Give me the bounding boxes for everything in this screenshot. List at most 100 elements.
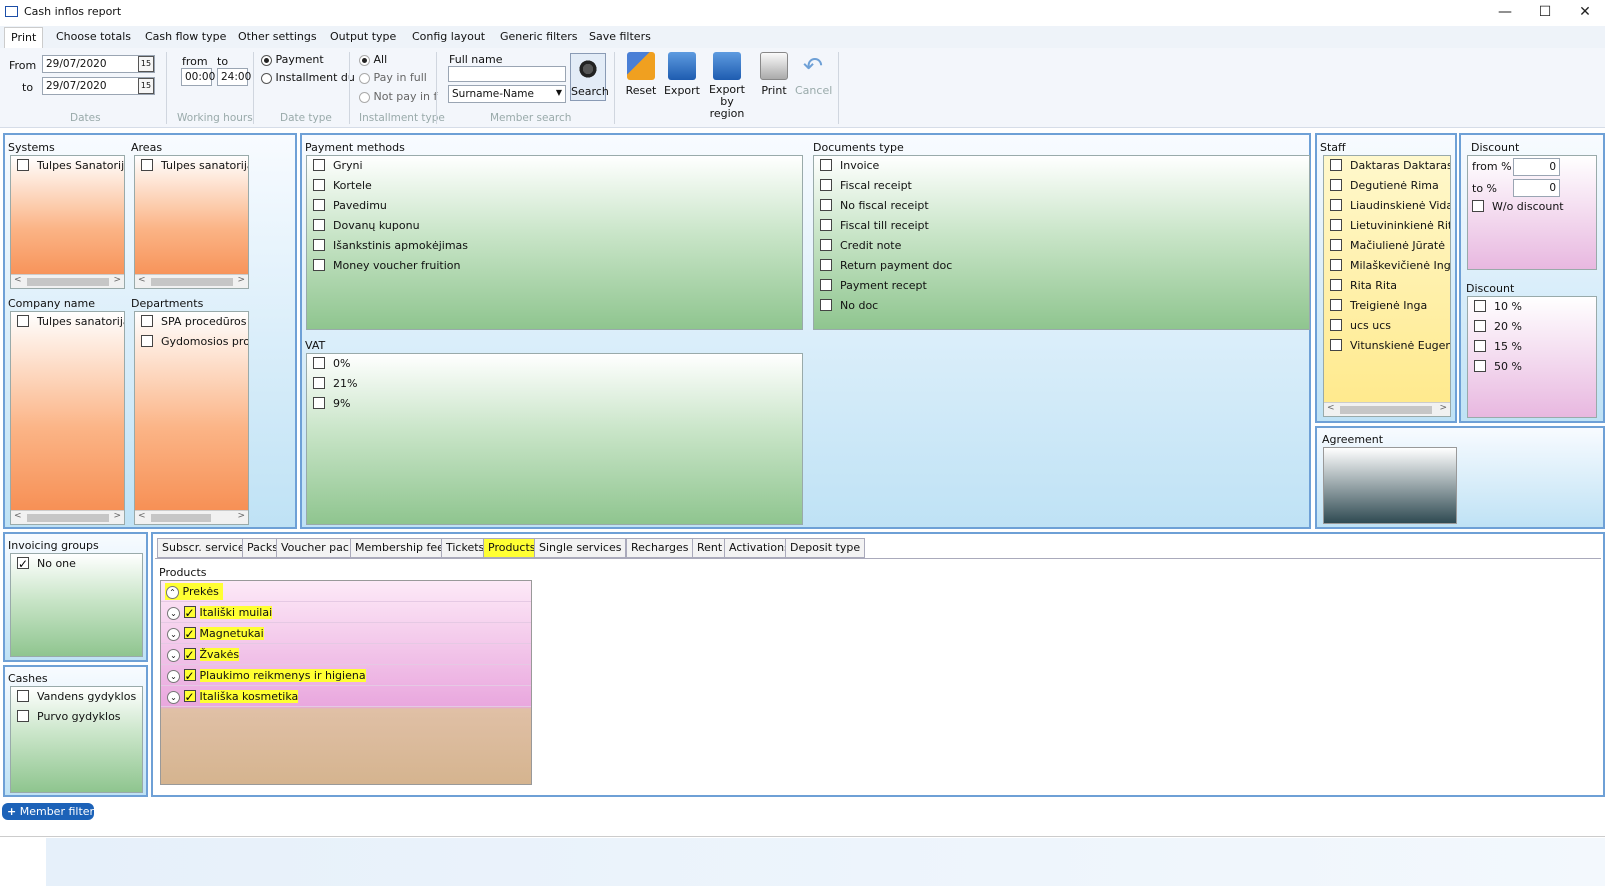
list-item[interactable]: Credit note — [814, 236, 1309, 256]
list-item[interactable]: 20 % — [1468, 317, 1596, 337]
list-item[interactable]: No doc — [814, 296, 1309, 316]
tab-products[interactable]: Products — [483, 538, 541, 558]
menu-other-settings[interactable]: Other settings — [238, 30, 317, 43]
export-by-region-button[interactable]: Export by region — [702, 52, 752, 120]
chevron-down-icon[interactable]: ⌄ — [167, 690, 180, 704]
print-button[interactable]: Print — [757, 52, 791, 97]
checkbox[interactable] — [183, 687, 196, 708]
checkbox[interactable] — [313, 179, 325, 191]
checkbox[interactable] — [1330, 299, 1342, 311]
checkbox[interactable] — [183, 666, 196, 687]
tree-row-root[interactable]: ⌃ Prekės — [161, 581, 531, 602]
chevron-right-icon[interactable]: > — [113, 275, 121, 285]
minimize-button[interactable]: — — [1490, 3, 1520, 21]
checkbox[interactable] — [313, 357, 325, 369]
chevron-left-icon[interactable]: < — [14, 275, 22, 285]
list-item[interactable]: Liaudinskienė Vida — [1324, 196, 1450, 216]
list-item[interactable]: No one — [11, 554, 142, 574]
menu-cash-flow-type[interactable]: Cash flow type — [145, 30, 226, 43]
checkbox[interactable] — [820, 219, 832, 231]
chevron-down-icon[interactable]: ⌄ — [167, 627, 180, 641]
checkbox[interactable] — [1330, 279, 1342, 291]
tab-single-services[interactable]: Single services — [534, 538, 627, 558]
without-discount-checkbox[interactable]: W/o discount — [1472, 200, 1564, 213]
staff-list[interactable]: Daktaras Daktaras Degutienė Rima Liaudin… — [1323, 155, 1451, 417]
list-item[interactable]: ucs ucs — [1324, 316, 1450, 336]
chevron-down-icon[interactable]: ⌄ — [167, 669, 180, 683]
checkbox[interactable] — [141, 315, 153, 327]
checkbox[interactable] — [820, 199, 832, 211]
list-item[interactable]: Degutienė Rima — [1324, 176, 1450, 196]
name-format-select[interactable]: Surname-Name ▼ — [448, 85, 566, 103]
list-item[interactable]: 21% — [307, 374, 802, 394]
member-filters-button[interactable]: + Member filters — [2, 803, 100, 820]
chevron-right-icon[interactable]: > — [113, 511, 121, 521]
menu-generic-filters[interactable]: Generic filters — [500, 30, 577, 43]
list-item[interactable]: Return payment doc — [814, 256, 1309, 276]
menu-print[interactable]: Print — [4, 27, 44, 48]
checkbox[interactable] — [313, 259, 325, 271]
hours-from-input[interactable]: 00:00 — [181, 68, 215, 86]
chevron-down-icon[interactable]: ⌄ — [167, 606, 180, 620]
checkbox[interactable] — [820, 279, 832, 291]
list-item[interactable]: Treigienė Inga — [1324, 296, 1450, 316]
list-item[interactable]: 15 % — [1468, 337, 1596, 357]
cashes-list[interactable]: Vandens gydyklos Purvo gydyklos — [10, 686, 143, 793]
checkbox[interactable] — [313, 199, 325, 211]
list-item[interactable]: Vitunskienė Eugenija — [1324, 336, 1450, 356]
checkbox[interactable] — [141, 159, 153, 171]
discount-from-input[interactable]: 0 — [1513, 158, 1560, 176]
list-item[interactable]: Purvo gydyklos — [11, 707, 142, 727]
menu-save-filters[interactable]: Save filters — [589, 30, 651, 43]
tab-voucher-pack[interactable]: Voucher pack — [276, 538, 361, 558]
chevron-left-icon[interactable]: < — [138, 275, 146, 285]
checkbox[interactable] — [820, 299, 832, 311]
list-item[interactable]: Išankstinis apmokėjimas — [307, 236, 802, 256]
horizontal-scrollbar[interactable]: < > — [1324, 402, 1450, 416]
checkbox[interactable] — [1330, 199, 1342, 211]
checkbox[interactable] — [1472, 200, 1484, 212]
list-item[interactable]: Rita Rita — [1324, 276, 1450, 296]
list-item[interactable]: Tulpes sanatorija V — [11, 312, 124, 332]
tab-rent[interactable]: Rent — [692, 538, 728, 558]
checkbox[interactable] — [17, 710, 29, 722]
list-item[interactable]: 0% — [307, 354, 802, 374]
list-item[interactable]: 9% — [307, 394, 802, 414]
list-item[interactable]: Tulpes Sanatorija — [11, 156, 124, 176]
calendar-icon[interactable]: 15 — [138, 78, 154, 94]
checkbox[interactable] — [313, 159, 325, 171]
discount-to-input[interactable]: 0 — [1513, 179, 1560, 197]
systems-list[interactable]: Tulpes Sanatorija < > — [10, 155, 125, 289]
list-item[interactable]: Gryni — [307, 156, 802, 176]
tab-subscr-services[interactable]: Subscr. services — [157, 538, 256, 558]
chevron-right-icon[interactable]: > — [237, 275, 245, 285]
tree-row[interactable]: ⌄ Magnetukai — [161, 623, 531, 645]
scroll-thumb[interactable] — [27, 278, 109, 286]
checkbox[interactable] — [17, 159, 29, 171]
checkbox[interactable] — [820, 259, 832, 271]
list-item[interactable]: Pavedimu — [307, 196, 802, 216]
scroll-thumb[interactable] — [1340, 406, 1432, 414]
discount-list[interactable]: 10 % 20 % 15 % 50 % — [1467, 296, 1597, 418]
search-button[interactable]: Search — [570, 53, 609, 101]
invoicing-groups-list[interactable]: No one — [10, 553, 143, 657]
radio-payment[interactable]: Payment — [261, 53, 324, 66]
list-item[interactable]: Gydomosios proce — [135, 332, 248, 352]
list-item[interactable]: Mačiulienė Jūratė — [1324, 236, 1450, 256]
checkbox[interactable] — [1474, 340, 1486, 352]
checkbox[interactable] — [1330, 339, 1342, 351]
checkbox[interactable] — [17, 690, 29, 702]
list-item[interactable]: Daktaras Daktaras — [1324, 156, 1450, 176]
agreement-list[interactable] — [1323, 447, 1457, 524]
calendar-icon[interactable]: 15 — [138, 56, 154, 72]
chevron-down-icon[interactable]: ⌄ — [167, 648, 180, 662]
checkbox[interactable] — [1330, 319, 1342, 331]
chevron-left-icon[interactable]: < — [1327, 403, 1335, 413]
list-item[interactable]: Kortele — [307, 176, 802, 196]
chevron-right-icon[interactable]: > — [1439, 403, 1447, 413]
tree-row[interactable]: ⌄ Žvakės — [161, 644, 531, 666]
tab-recharges[interactable]: Recharges — [626, 538, 694, 558]
menu-config-layout[interactable]: Config layout — [412, 30, 485, 43]
list-item[interactable]: Dovanų kuponu — [307, 216, 802, 236]
list-item[interactable]: SPA procedūros — [135, 312, 248, 332]
